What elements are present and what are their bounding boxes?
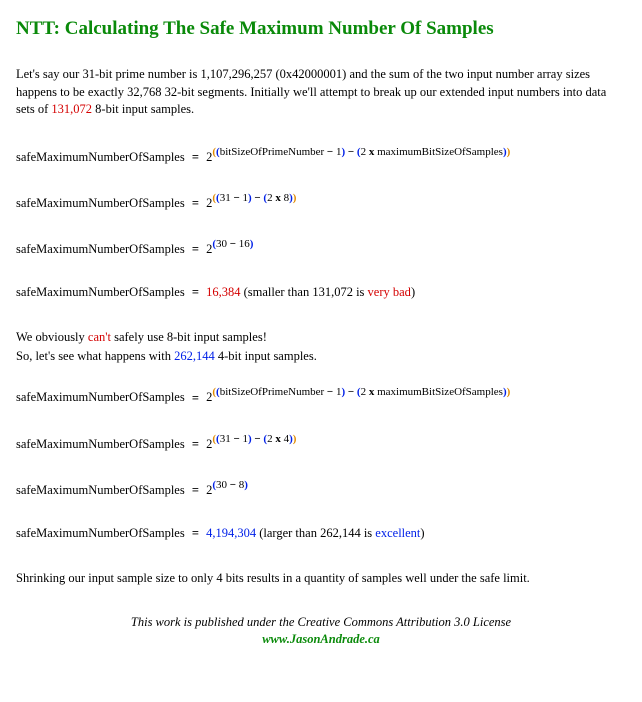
eq-exponent: ((bitSizeOfPrimeNumber − 1) − (2 x maxim… (212, 146, 510, 158)
term-a: 31 (220, 433, 231, 445)
term-d: maximumBitSizeOfSamples (377, 146, 503, 158)
eq-lhs: safeMaximumNumberOfSamples (16, 526, 185, 540)
equals-sign: = (192, 437, 199, 451)
intro-text-2: 8-bit input samples. (92, 102, 194, 116)
result-value: 16,384 (206, 285, 240, 299)
paren-close: ) (244, 479, 248, 491)
term-a: 30 (216, 479, 227, 491)
equals-sign: = (192, 196, 199, 210)
result-note-1: (smaller than 131,072 is (240, 285, 367, 299)
equals-sign: = (192, 242, 199, 256)
minus-sign: − (227, 238, 239, 250)
equals-sign: = (192, 526, 199, 540)
paren-close: ) (250, 238, 254, 250)
mid-text-1: We obviously (16, 330, 88, 344)
equation-step2-8bit: safeMaximumNumberOfSamples = 2(30 − 16) (16, 239, 626, 257)
eq-exponent: ((31 − 1) − (2 x 8)) (212, 192, 296, 204)
result-good: excellent (375, 526, 420, 540)
result-note-2: ) (420, 526, 424, 540)
footer: This work is published under the Creativ… (16, 614, 626, 649)
term-a: 31 (220, 192, 231, 204)
intro-paragraph: Let's say our 31-bit prime number is 1,1… (16, 66, 626, 119)
term-c: 2 (267, 192, 273, 204)
minus-sign: − (252, 192, 264, 204)
eq-lhs: safeMaximumNumberOfSamples (16, 242, 185, 256)
minus-sign: − (324, 146, 336, 158)
term-d: maximumBitSizeOfSamples (377, 386, 503, 398)
paren-outer-close: ) (507, 146, 511, 158)
term-a: 30 (216, 238, 227, 250)
equation-step1-4bit: safeMaximumNumberOfSamples = 2((31 − 1) … (16, 434, 626, 452)
mid-highlight-262144: 262,144 (174, 349, 215, 363)
eq-lhs: safeMaximumNumberOfSamples (16, 437, 185, 451)
equals-sign: = (192, 150, 199, 164)
equation-step1-8bit: safeMaximumNumberOfSamples = 2((31 − 1) … (16, 193, 626, 211)
equals-sign: = (192, 483, 199, 497)
mid-text-4: 4-bit input samples. (215, 349, 317, 363)
minus-sign: − (231, 433, 243, 445)
conclusion-paragraph: Shrinking our input sample size to only … (16, 569, 626, 588)
term-b: 16 (239, 238, 250, 250)
mid-text-3: So, let's see what happens with (16, 349, 174, 363)
eq-exponent: (30 − 8) (212, 479, 248, 491)
equals-sign: = (192, 285, 199, 299)
minus-sign: − (252, 433, 264, 445)
result-note-2: ) (411, 285, 415, 299)
mid-text-2: safely use 8-bit input samples! (111, 330, 267, 344)
eq-lhs: safeMaximumNumberOfSamples (16, 391, 185, 405)
eq-exponent: ((bitSizeOfPrimeNumber − 1) − (2 x maxim… (212, 386, 510, 398)
equation-step2-4bit: safeMaximumNumberOfSamples = 2(30 − 8) (16, 480, 626, 498)
equation-result-4bit: safeMaximumNumberOfSamples = 4,194,304 (… (16, 526, 626, 541)
page-title: NTT: Calculating The Safe Maximum Number… (16, 18, 626, 40)
minus-sign: − (231, 192, 243, 204)
equation-result-8bit: safeMaximumNumberOfSamples = 16,384 (sma… (16, 285, 626, 300)
result-note-1: (larger than 262,144 is (256, 526, 375, 540)
eq-lhs: safeMaximumNumberOfSamples (16, 285, 185, 299)
minus-sign: − (345, 146, 357, 158)
minus-sign: − (345, 386, 357, 398)
mid-paragraph: We obviously can't safely use 8-bit inpu… (16, 328, 626, 366)
paren-outer-close: ) (507, 386, 511, 398)
eq-exponent: ((31 − 1) − (2 x 4)) (212, 433, 296, 445)
footer-url: www.JasonAndrade.ca (262, 632, 380, 646)
term-a: bitSizeOfPrimeNumber (220, 146, 324, 158)
equals-sign: = (192, 391, 199, 405)
term-c: 2 (267, 433, 273, 445)
equation-symbolic-4bit: safeMaximumNumberOfSamples = 2((bitSizeO… (16, 387, 626, 405)
equation-symbolic-8bit: safeMaximumNumberOfSamples = 2((bitSizeO… (16, 147, 626, 165)
eq-lhs: safeMaximumNumberOfSamples (16, 483, 185, 497)
intro-highlight-131072: 131,072 (51, 102, 92, 116)
paren-outer-close: ) (293, 192, 297, 204)
term-a: bitSizeOfPrimeNumber (220, 386, 324, 398)
result-bad: very bad (368, 285, 411, 299)
minus-sign: − (324, 386, 336, 398)
mid-cant: can't (88, 330, 111, 344)
minus-sign: − (227, 479, 239, 491)
paren-outer-close: ) (293, 433, 297, 445)
eq-exponent: (30 − 16) (212, 238, 253, 250)
footer-license: This work is published under the Creativ… (131, 615, 511, 629)
result-value: 4,194,304 (206, 526, 256, 540)
eq-lhs: safeMaximumNumberOfSamples (16, 150, 185, 164)
eq-lhs: safeMaximumNumberOfSamples (16, 196, 185, 210)
